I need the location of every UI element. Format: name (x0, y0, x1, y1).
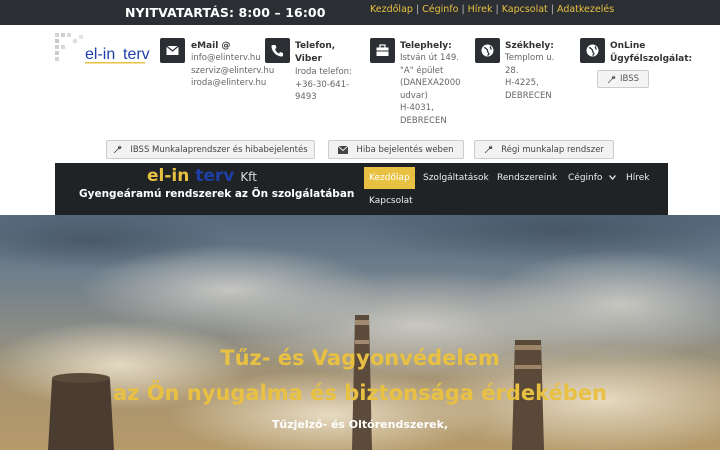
wrench-icon (607, 75, 616, 83)
brand-name[interactable]: el-in terv Kft (147, 166, 257, 186)
email-service[interactable]: szerviz@elinterv.hu (191, 65, 274, 78)
site-address: István út 149. "A" épület (DANEXA2000 ud… (400, 53, 461, 126)
site-icon-box (370, 38, 395, 63)
email-office[interactable]: iroda@elinterv.hu (191, 77, 274, 90)
online-title: OnLine Ügyfélszolgálat: (610, 41, 693, 64)
email-icon-box (160, 38, 185, 63)
main-navbar: el-in terv Kft Gyengeáramú rendszerek az… (55, 163, 668, 215)
nav-services[interactable]: Szolgáltatások (423, 167, 489, 189)
ibss-worksheet-button[interactable]: IBSS Munkalaprendszer és hibabejelentés (106, 140, 315, 159)
hq-address: Templom u. 28. H-4225, DEBRECEN (505, 53, 555, 101)
ibss-button[interactable]: IBSS (597, 70, 649, 88)
top-link-home[interactable]: Kezdőlap (370, 4, 413, 15)
phone-title: Telefon, Viber (295, 41, 336, 64)
nav-home[interactable]: Kezdőlap (364, 167, 415, 189)
online-icon-box (580, 38, 605, 63)
wrench-icon (484, 145, 493, 154)
hq-icon-box (475, 38, 500, 63)
hero-banner: Tűz- és Vagyonvédelem az Ön nyugalma és … (0, 215, 720, 450)
briefcase-icon (376, 44, 389, 56)
wrench-icon (114, 145, 122, 154)
email-info[interactable]: info@elinterv.hu (191, 52, 274, 65)
hero-background-image (0, 215, 720, 450)
nav-systems[interactable]: Rendszereink (497, 167, 557, 189)
nav-news[interactable]: Hírek (626, 167, 650, 189)
opening-hours: NYITVATARTÁS: 8:00 – 16:00 (125, 5, 326, 20)
hero-subtitle: Tűzjelző- és Oltórendszerek, (271, 418, 449, 431)
nav-company-info[interactable]: Céginfo (568, 167, 617, 189)
email-list: info@elinterv.hu szerviz@elinterv.hu iro… (191, 52, 274, 90)
envelope-icon (338, 145, 349, 154)
top-bar: NYITVATARTÁS: 8:00 – 16:00 Kezdőlap | Cégi… (0, 0, 720, 25)
chevron-down-icon (609, 175, 617, 180)
envelope-icon (166, 45, 179, 55)
nav-contact[interactable]: Kapcsolat (369, 190, 413, 212)
globe-icon (481, 44, 494, 57)
company-logo[interactable]: el-in terv (55, 33, 152, 69)
phone-icon (271, 45, 283, 57)
top-link-news[interactable]: Hírek (468, 4, 493, 15)
phone-number[interactable]: +36-30-641- (295, 79, 352, 92)
top-link-contact[interactable]: Kapcsolat (502, 4, 548, 15)
phone-text: Iroda telefon: +36-30-641- 9493 (295, 67, 352, 102)
brand-tagline: Gyengeáramú rendszerek az Ön szolgálatáb… (79, 188, 355, 200)
svg-text:el-in: el-in (85, 46, 115, 63)
top-links: Kezdőlap | Céginfo | Hírek | Kapcsolat | Adatkez… (370, 4, 615, 15)
top-link-privacy[interactable]: Adatkezelés (557, 4, 614, 15)
hero-headline-1: Tűz- és Vagyonvédelem (220, 346, 500, 370)
top-link-company[interactable]: Céginfo (422, 4, 458, 15)
globe-icon (586, 44, 599, 57)
phone-icon-box (265, 38, 290, 63)
web-report-button[interactable]: Hiba bejelentés weben (328, 140, 464, 159)
svg-text:terv: terv (123, 46, 150, 63)
old-worksheet-button[interactable]: Régi munkalap rendszer (474, 140, 614, 159)
hero-headline-2: az Ön nyugalma és biztonsága érdekében (112, 381, 608, 405)
